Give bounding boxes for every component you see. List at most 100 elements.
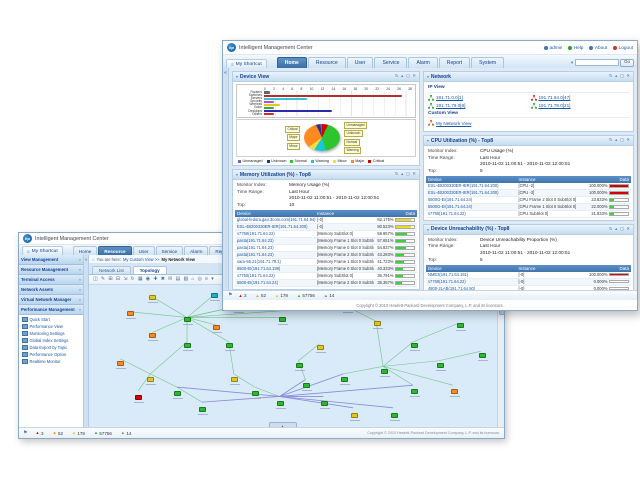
table-row[interactable]: ESL-4B200330ER-IER(191.71.64.200) [CPU -… (426, 183, 631, 190)
device-node[interactable] (279, 317, 286, 322)
bar[interactable] (264, 101, 274, 103)
close-icon[interactable]: ✕ (626, 138, 630, 142)
maximize-icon[interactable]: ▢ (406, 172, 410, 176)
device-node[interactable] (303, 383, 310, 388)
collapse-icon[interactable]: ▴ (615, 138, 617, 142)
fit-view-icon[interactable]: ⇲ (123, 277, 127, 282)
device-node[interactable] (391, 413, 398, 418)
device-node[interactable] (211, 293, 218, 298)
view-tab[interactable]: Network List (92, 266, 131, 274)
search-scope-icon[interactable]: ▾ (571, 60, 573, 66)
table-row[interactable]: s7750(191.71.64.22) [-0] 0.000% (426, 279, 631, 286)
device-node[interactable] (184, 343, 191, 348)
zoom-out-icon[interactable]: ⊟ (116, 277, 120, 282)
network-view-link[interactable]: 191.71.78.0[21] (531, 103, 630, 109)
bar[interactable] (264, 104, 280, 106)
header-link[interactable]: Logout (613, 45, 633, 50)
pie-callout[interactable]: Major (287, 134, 300, 141)
menu-tab[interactable]: Resource (308, 57, 346, 68)
sidebar-item[interactable]: Monitoring Settings (19, 330, 83, 337)
table-row[interactable]: pasta(191.71.64.23) [Memory Frame 1 Slot… (235, 238, 417, 245)
delete-node-icon[interactable]: ✖ (161, 277, 165, 282)
alarm-count[interactable]: ▲ 52 (255, 293, 265, 298)
device-node[interactable] (296, 363, 303, 368)
device-node[interactable] (381, 369, 388, 374)
device-node[interactable] (149, 333, 156, 338)
alarm-count[interactable]: ▲ 178 (72, 431, 85, 436)
bar[interactable] (264, 107, 274, 109)
close-icon[interactable]: ✕ (412, 74, 416, 78)
sidebar-item[interactable]: Performance View (19, 323, 83, 330)
sidebar-section-header[interactable]: View Management « (19, 255, 83, 265)
device-node[interactable] (147, 377, 154, 382)
add-node-icon[interactable]: ✚ (153, 277, 157, 282)
device-node[interactable] (321, 401, 328, 406)
locate-icon[interactable]: ◎ (198, 277, 202, 282)
my-shortcut-button[interactable]: ≡ My Shortcut (22, 246, 63, 255)
table-row[interactable]: global-fedora.gao.3com.com(191.71.64.94)… (235, 217, 417, 224)
my-network-view-link[interactable]: My Network View (428, 120, 629, 126)
close-icon[interactable]: ✕ (412, 172, 416, 176)
menu-tab[interactable]: Resource (98, 246, 131, 255)
grid-layout-icon[interactable]: ▦ (138, 277, 143, 282)
device-node[interactable] (457, 323, 464, 328)
breadcrumb-link[interactable]: My Custom View >> (123, 257, 160, 262)
menu-tab[interactable]: Report (439, 57, 470, 68)
alarm-count[interactable]: ▲ 178 (275, 293, 288, 298)
alarm-count[interactable]: ▲ 3 (238, 293, 246, 298)
menu-tab[interactable]: User (347, 57, 374, 68)
menu-tab[interactable]: Service (374, 57, 407, 68)
section-collapse-icon[interactable]: « (79, 258, 81, 262)
maximize-icon[interactable]: ▢ (620, 138, 624, 142)
collapse-icon[interactable]: ▴ (401, 74, 403, 78)
bar[interactable] (264, 113, 274, 115)
legend-icon[interactable]: ≡ (205, 277, 208, 282)
maximize-icon[interactable]: ▢ (406, 74, 410, 78)
section-collapse-icon[interactable]: « (79, 288, 81, 292)
sidebar-section-header[interactable]: Virtual Network Manager « (19, 295, 83, 305)
sidebar-item[interactable]: Global Index Settings (19, 337, 83, 344)
menu-tab[interactable]: Service (156, 246, 184, 255)
device-node[interactable] (199, 407, 206, 412)
refresh-icon[interactable]: ↻ (130, 277, 134, 282)
list-view-icon[interactable]: ▤ (176, 277, 181, 282)
collapse-icon[interactable]: ▴ (615, 74, 617, 78)
sidebar-section-header[interactable]: Resource Management « (19, 265, 83, 275)
device-node[interactable] (341, 377, 348, 382)
sidebar-item[interactable]: Quick Start (19, 316, 83, 323)
menu-tab[interactable]: User (133, 246, 155, 255)
export-icon[interactable]: ✉ (168, 277, 172, 282)
device-node[interactable] (127, 311, 134, 316)
section-collapse-icon[interactable]: « (79, 308, 81, 312)
pie-callout[interactable]: Warning (344, 147, 361, 154)
table-row[interactable]: 5500G-EI(191.71.64.24) [CPU Frame 1 Slot… (426, 204, 631, 211)
home-view-icon[interactable]: ⌂ (191, 277, 194, 282)
menu-tab[interactable]: Home (73, 246, 98, 255)
more-tools-icon[interactable]: ▾ (211, 277, 214, 282)
sidebar-item[interactable]: Realtime Monitor (19, 358, 83, 365)
pie-callout[interactable]: Minor (287, 143, 300, 150)
maximize-icon[interactable]: ▢ (620, 74, 624, 78)
header-link[interactable]: admin (544, 45, 562, 50)
refresh-icon[interactable]: ↻ (609, 74, 613, 78)
section-collapse-icon[interactable]: « (79, 298, 81, 302)
pie-callout[interactable]: Critical (285, 126, 300, 133)
alarm-count[interactable]: ▲ 14 (121, 431, 131, 436)
table-row[interactable]: sara-55.21(191.71.79.1) [Memory Frame 1 … (235, 259, 417, 266)
device-node[interactable] (231, 377, 238, 382)
table-row[interactable]: s7750(191.71.64.22) [Memory SubSlot 0] 5… (235, 231, 417, 238)
search-input[interactable] (575, 59, 619, 66)
search-go-button[interactable]: Go (620, 59, 634, 67)
device-node[interactable] (479, 353, 486, 358)
table-row[interactable]: NME3(191.71.64.161) [-0] 100.000% (426, 272, 631, 279)
table-row[interactable]: s7750(191.71.64.22) [Memory SubSlot 0] 3… (235, 273, 417, 280)
front-title-bar[interactable]: hp Intelligent Management Center admin H… (223, 41, 637, 55)
device-node[interactable] (135, 395, 142, 400)
save-icon[interactable]: ◫ (93, 277, 98, 282)
table-row[interactable]: 5500G-EI(191.71.64.24) [CPU Frame 2 Slot… (426, 197, 631, 204)
device-node[interactable] (174, 391, 181, 396)
section-collapse-icon[interactable]: « (79, 278, 81, 282)
network-view-link[interactable]: 191.71.79.0[8] (428, 103, 527, 109)
device-node[interactable] (226, 343, 233, 348)
edit-icon[interactable]: ✎ (101, 277, 105, 282)
